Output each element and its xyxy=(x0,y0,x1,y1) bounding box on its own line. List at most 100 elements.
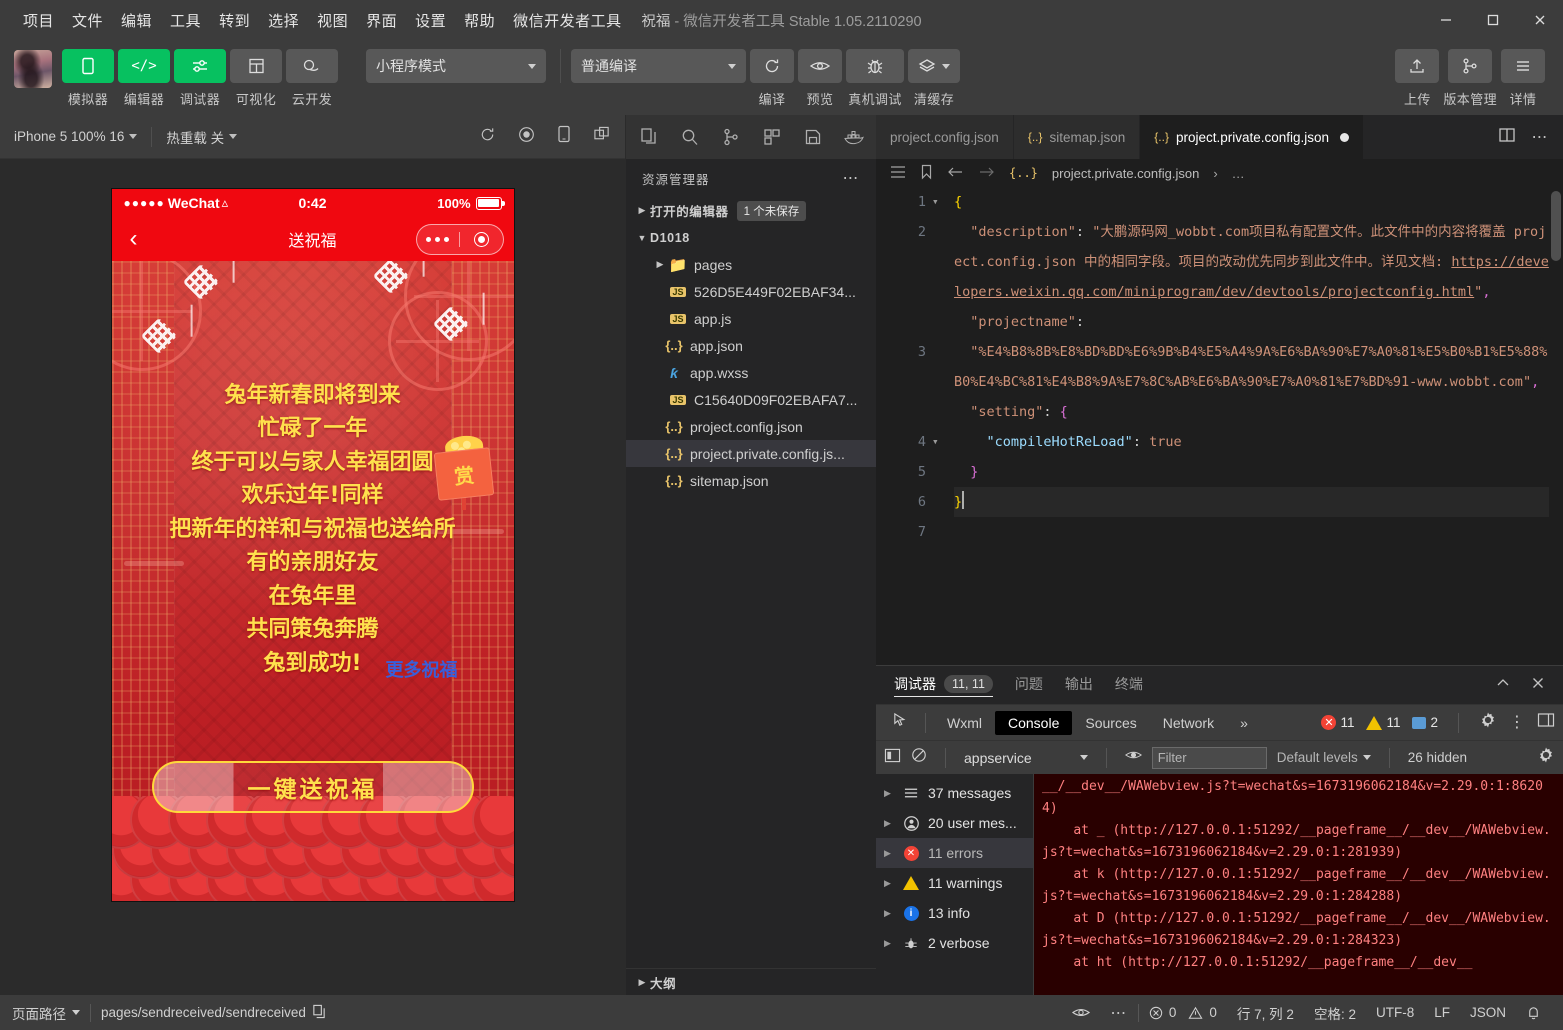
more-dots-icon[interactable] xyxy=(417,237,460,242)
indentation[interactable]: 空格: 2 xyxy=(1304,1003,1366,1023)
copy-icon[interactable] xyxy=(312,1004,326,1022)
status-error-count[interactable]: 0 xyxy=(1139,1005,1187,1020)
bookmark-icon[interactable] xyxy=(920,164,933,183)
menu-item-interface[interactable]: 界面 xyxy=(357,6,406,35)
file-row-project-private-config[interactable]: {..} project.private.config.js... xyxy=(626,440,876,467)
tab-output[interactable]: 输出 xyxy=(1065,674,1093,696)
toolbar-group-compile[interactable]: 编译 xyxy=(750,49,794,108)
close-icon[interactable] xyxy=(1516,0,1563,40)
console-filter-messages[interactable]: ▶ 37 messages xyxy=(876,778,1033,808)
send-blessing-button[interactable]: 一键送祝福 xyxy=(152,761,474,813)
preview-toggle[interactable] xyxy=(1062,1006,1100,1019)
console-filter-warnings[interactable]: ▶ 11 warnings xyxy=(876,868,1033,898)
search-icon[interactable] xyxy=(669,115,710,159)
eye-icon[interactable] xyxy=(798,49,842,83)
tab-problems[interactable]: 问题 xyxy=(1015,674,1043,696)
menu-item-project[interactable]: 项目 xyxy=(14,6,63,35)
tab-sitemap-json[interactable]: {..} sitemap.json xyxy=(1014,115,1140,159)
console-filter-user-messages[interactable]: ▶ 20 user mes... xyxy=(876,808,1033,838)
devtools-tab-sources[interactable]: Sources xyxy=(1072,711,1149,735)
file-row-app-js[interactable]: JS app.js xyxy=(626,305,876,332)
error-count[interactable]: ✕ 11 xyxy=(1321,715,1354,730)
dock-side-icon[interactable] xyxy=(1537,712,1555,733)
toolbar-group-visual[interactable]: 可视化 xyxy=(230,49,282,108)
breadcrumb-file[interactable]: project.private.config.json xyxy=(1052,166,1199,181)
toolbar-group-remote-debug[interactable]: 真机调试 xyxy=(846,49,904,108)
multi-window-icon[interactable] xyxy=(593,126,611,148)
record-icon[interactable] xyxy=(518,126,535,148)
phone-icon[interactable] xyxy=(62,49,114,83)
files-icon[interactable] xyxy=(628,115,669,159)
outline-section-row[interactable]: ▶ 大纲 xyxy=(626,968,876,995)
toolbar-group-cloud[interactable]: 云开发 xyxy=(286,49,338,108)
menu-item-file[interactable]: 文件 xyxy=(63,6,112,35)
ellipsis-icon[interactable]: ⋯ xyxy=(1100,1003,1138,1023)
menu-item-select[interactable]: 选择 xyxy=(259,6,308,35)
live-expression-icon[interactable] xyxy=(1125,748,1142,767)
console-sidebar-icon[interactable] xyxy=(884,748,901,768)
console-context-select[interactable]: appservice xyxy=(964,750,1088,766)
close-icon[interactable] xyxy=(1531,676,1545,695)
tab-terminal[interactable]: 终端 xyxy=(1115,674,1143,696)
kebab-menu-icon[interactable]: ⋮ xyxy=(1509,717,1525,728)
tab-project-config-json[interactable]: project.config.json xyxy=(876,115,1014,159)
list-icon[interactable] xyxy=(890,165,906,182)
settings-gear-icon[interactable] xyxy=(1479,711,1497,734)
menu-item-help[interactable]: 帮助 xyxy=(455,6,504,35)
devtools-tab-wxml[interactable]: Wxml xyxy=(934,711,995,735)
upload-icon[interactable] xyxy=(1395,49,1439,83)
refresh-icon[interactable] xyxy=(479,126,496,148)
file-row-app-wxss[interactable]: ƙ app.wxss xyxy=(626,359,876,386)
file-row-526d5e449[interactable]: JS 526D5E449F02EBAF34... xyxy=(626,278,876,305)
file-row-sitemap[interactable]: {..} sitemap.json xyxy=(626,467,876,494)
editor-scrollbar[interactable] xyxy=(1551,191,1561,261)
menu-item-tools[interactable]: 工具 xyxy=(161,6,210,35)
tab-debugger[interactable]: 调试器 11, 11 xyxy=(894,674,993,697)
split-editor-icon[interactable] xyxy=(1498,127,1516,148)
console-levels-select[interactable]: Default levels xyxy=(1277,750,1371,765)
fold-toggle-icon[interactable]: ▾ xyxy=(932,187,950,217)
compile-select-group[interactable]: 普通编译 xyxy=(571,49,746,83)
layers-icon[interactable] xyxy=(908,49,960,83)
compile-select[interactable]: 普通编译 xyxy=(571,49,746,83)
minimize-icon[interactable] xyxy=(1422,0,1469,40)
cloud-icon[interactable] xyxy=(286,49,338,83)
hidden-messages-count[interactable]: 26 hidden xyxy=(1408,750,1467,765)
menu-item-goto[interactable]: 转到 xyxy=(210,6,259,35)
file-row-pages[interactable]: ▶ 📁 pages xyxy=(626,251,876,278)
refresh-icon[interactable] xyxy=(750,49,794,83)
devtools-tab-console[interactable]: Console xyxy=(995,711,1072,735)
line-ending[interactable]: LF xyxy=(1424,1005,1460,1020)
wechat-capsule[interactable] xyxy=(416,224,504,255)
code-content[interactable]: { "description": "大鹏源码网_wobbt.com项目私有配置文… xyxy=(950,187,1563,665)
avatar[interactable] xyxy=(14,50,52,88)
hot-reload-selector[interactable]: 热重载 关 xyxy=(166,127,237,147)
language-mode[interactable]: JSON xyxy=(1460,1005,1516,1020)
menu-item-devtools[interactable]: 微信开发者工具 xyxy=(504,6,631,35)
open-editors-row[interactable]: ▶ 打开的编辑器 1 个未保存 xyxy=(626,197,876,224)
sliders-icon[interactable] xyxy=(174,49,226,83)
forward-arrow-icon[interactable] xyxy=(978,165,995,182)
target-icon[interactable] xyxy=(460,232,503,247)
mode-select[interactable]: 小程序模式 xyxy=(366,49,546,83)
bell-icon[interactable] xyxy=(1516,1005,1551,1021)
inspect-element-icon[interactable] xyxy=(884,712,917,734)
tab-project-private-config-json[interactable]: {..} project.private.config.json xyxy=(1140,115,1364,159)
breadcrumb-tail[interactable]: … xyxy=(1232,166,1245,181)
encoding[interactable]: UTF-8 xyxy=(1366,1005,1424,1020)
save-all-icon[interactable] xyxy=(792,115,833,159)
device-icon[interactable] xyxy=(557,125,571,148)
bug-icon[interactable] xyxy=(846,49,904,83)
toolbar-group-simulator[interactable]: 模拟器 xyxy=(62,49,114,108)
devtools-tab-network[interactable]: Network xyxy=(1150,711,1227,735)
toolbar-group-debugger[interactable]: 调试器 xyxy=(174,49,226,108)
file-row-project-config[interactable]: {..} project.config.json xyxy=(626,413,876,440)
status-warning-count[interactable]: 0 xyxy=(1186,1005,1227,1020)
ellipsis-icon[interactable]: ⋯ xyxy=(1532,127,1550,147)
layout-icon[interactable] xyxy=(230,49,282,83)
devtools-more-tabs[interactable]: » xyxy=(1227,711,1261,735)
device-selector[interactable]: iPhone 5 100% 16 xyxy=(14,129,137,144)
file-row-app-json[interactable]: {..} app.json xyxy=(626,332,876,359)
fold-toggle-icon[interactable]: ▾ xyxy=(932,427,950,457)
clear-console-icon[interactable] xyxy=(911,747,927,768)
